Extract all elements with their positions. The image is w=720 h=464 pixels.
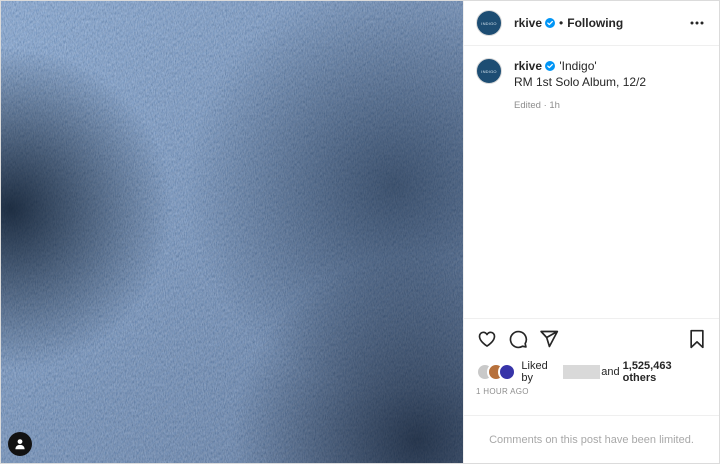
more-options-button[interactable] — [685, 11, 709, 35]
caption-age[interactable]: 1h — [549, 100, 560, 111]
more-icon — [690, 21, 704, 25]
save-button[interactable] — [685, 327, 709, 351]
following-button[interactable]: Following — [567, 16, 623, 30]
author-avatar[interactable]: INDIGO — [476, 10, 502, 36]
denim-texture-image — [1, 1, 463, 463]
comments-limited-notice: Comments on this post have been limited. — [464, 415, 719, 463]
author-username[interactable]: rkive — [514, 16, 542, 30]
post-image[interactable] — [1, 1, 463, 463]
bookmark-icon — [690, 329, 704, 349]
caption-avatar[interactable]: INDIGO — [476, 58, 502, 84]
caption-text: rkive 'Indigo' RM 1st Solo Album, 12/2 E… — [514, 58, 646, 114]
action-bar — [464, 319, 719, 359]
avatar-label: INDIGO — [481, 20, 497, 26]
meta-separator: · — [543, 100, 547, 111]
caption-body: RM 1st Solo Album, 12/2 — [514, 75, 647, 89]
edited-label: Edited — [514, 100, 541, 111]
likes-count-link[interactable]: 1,525,463 others — [623, 360, 707, 384]
caption-meta: Edited · 1h — [514, 98, 646, 114]
comment-icon — [509, 330, 528, 349]
verified-icon — [545, 18, 556, 28]
like-button[interactable] — [475, 327, 499, 351]
post-side-panel: INDIGO rkive • Following INDIGO rkive 'I… — [463, 1, 719, 463]
liker-avatars — [476, 363, 517, 381]
verified-icon — [545, 61, 556, 71]
share-icon — [540, 330, 559, 348]
post-container: INDIGO rkive • Following INDIGO rkive 'I… — [0, 0, 720, 464]
user-tag-icon[interactable] — [8, 432, 32, 456]
caption-username[interactable]: rkive — [514, 59, 542, 73]
header-separator: • — [559, 16, 564, 30]
heart-icon — [478, 331, 496, 347]
actions-section: Liked by and 1,525,463 others 1 HOUR AGO… — [464, 318, 719, 463]
liker-avatar[interactable] — [498, 363, 516, 381]
likes-and-label: and — [601, 366, 620, 378]
avatar-label: INDIGO — [481, 68, 497, 74]
post-timestamp[interactable]: 1 HOUR AGO — [464, 385, 719, 405]
share-button[interactable] — [537, 327, 561, 351]
comment-button[interactable] — [506, 327, 530, 351]
post-header: INDIGO rkive • Following — [464, 1, 719, 46]
caption: INDIGO rkive 'Indigo' RM 1st Solo Album,… — [464, 46, 719, 318]
liked-by-label: Liked by — [521, 360, 548, 384]
redacted-username[interactable] — [562, 365, 601, 379]
likes-summary: Liked by and 1,525,463 others — [464, 359, 719, 385]
caption-title: 'Indigo' — [559, 59, 597, 73]
